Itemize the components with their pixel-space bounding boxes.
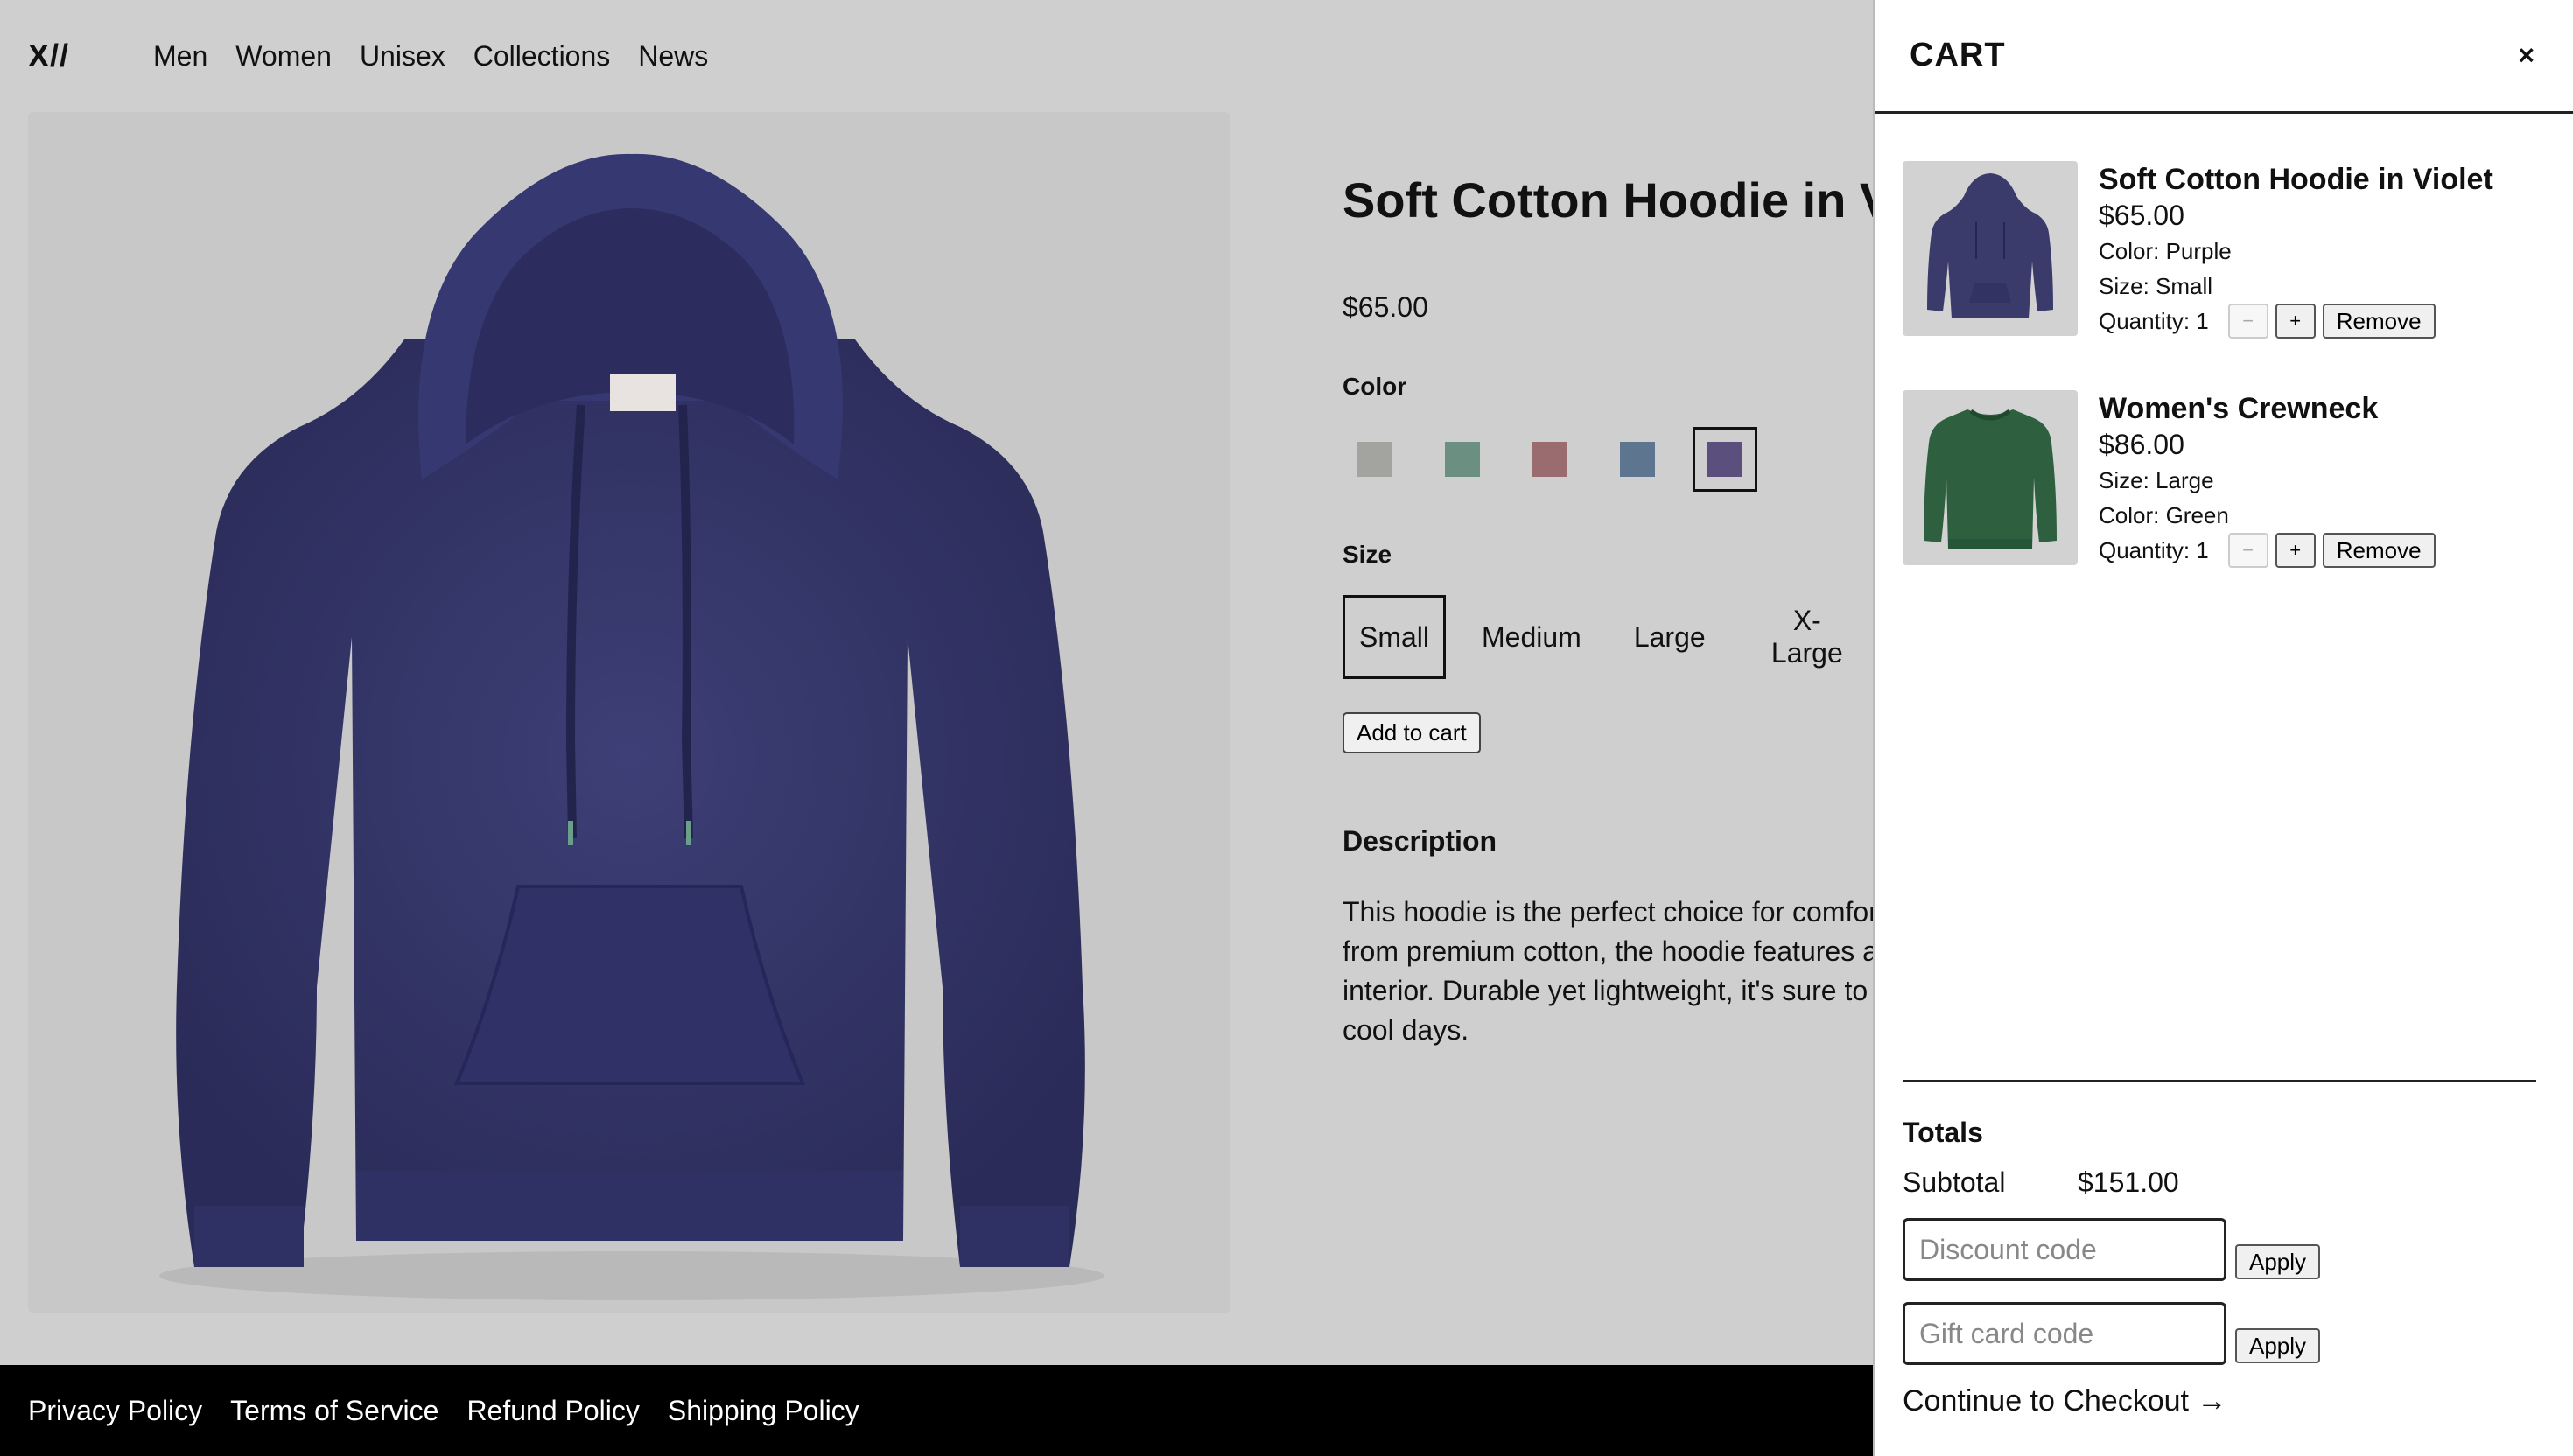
footer-privacy-policy[interactable]: Privacy Policy bbox=[28, 1395, 202, 1427]
size-option-small[interactable]: Small bbox=[1343, 595, 1447, 679]
gift-card-row: Apply bbox=[1903, 1302, 2536, 1365]
description-title: Description bbox=[1343, 825, 1497, 857]
cart-item-size: Size: Small bbox=[2099, 273, 2213, 299]
product-price: $65.00 bbox=[1343, 291, 1428, 323]
main-nav: Men Women Unisex Collections News bbox=[153, 40, 708, 73]
product-image bbox=[28, 112, 1230, 1312]
site-logo[interactable]: X// bbox=[28, 38, 69, 74]
remove-item-button[interactable]: Remove bbox=[2322, 304, 2436, 339]
cart-item-price: $86.00 bbox=[2099, 429, 2184, 460]
cart-divider bbox=[1903, 1080, 2536, 1082]
color-swatch-fill bbox=[1357, 442, 1392, 477]
color-swatches bbox=[1343, 427, 1873, 492]
size-option-medium[interactable]: Medium bbox=[1465, 595, 1598, 679]
subtotal-value: $151.00 bbox=[2078, 1166, 2179, 1198]
page: X// Men Women Unisex Collections News So… bbox=[0, 0, 2573, 1456]
hoodie-illustration bbox=[159, 153, 1104, 1300]
cart-item-info: Women's Crewneck $86.00 Size: Large Colo… bbox=[2099, 390, 2436, 569]
color-swatch-gray[interactable] bbox=[1343, 427, 1407, 492]
color-swatch-fill bbox=[1445, 442, 1480, 477]
footer-terms-of-service[interactable]: Terms of Service bbox=[230, 1395, 438, 1427]
color-swatch-fill bbox=[1707, 442, 1742, 477]
decrease-quantity-button[interactable]: − bbox=[2227, 533, 2268, 568]
site-header: X// Men Women Unisex Collections News bbox=[0, 0, 1873, 112]
sweater-thumbnail-icon bbox=[1924, 409, 2057, 550]
footer-refund-policy[interactable]: Refund Policy bbox=[466, 1395, 639, 1427]
size-options: Small Medium Large X-Large bbox=[1343, 595, 1873, 679]
increase-quantity-button[interactable]: + bbox=[2275, 533, 2316, 568]
cart-item-info: Soft Cotton Hoodie in Violet $65.00 Colo… bbox=[2099, 161, 2493, 340]
color-swatch-rose[interactable] bbox=[1518, 427, 1582, 492]
continue-to-checkout-link[interactable]: Continue to Checkout → bbox=[1903, 1384, 2536, 1418]
cart-header: CART × bbox=[1875, 0, 2573, 114]
nav-unisex[interactable]: Unisex bbox=[360, 40, 445, 73]
totals-title: Totals bbox=[1903, 1116, 1983, 1148]
apply-discount-button[interactable]: Apply bbox=[2235, 1244, 2321, 1279]
cart-item-price: $65.00 bbox=[2099, 200, 2184, 231]
cart-item-color: Color: Green bbox=[2099, 502, 2229, 528]
description-text: This hoodie is the perfect choice for co… bbox=[1343, 896, 1873, 1046]
cart-item-quantity: Quantity: 1 bbox=[2099, 308, 2209, 334]
color-swatch-slate-blue[interactable] bbox=[1605, 427, 1670, 492]
subtotal-label: Subtotal bbox=[1903, 1166, 2006, 1198]
color-swatch-fill bbox=[1620, 442, 1655, 477]
color-swatch-violet[interactable] bbox=[1693, 427, 1757, 492]
apply-gift-card-button[interactable]: Apply bbox=[2235, 1328, 2321, 1363]
cart-item: Women's Crewneck $86.00 Size: Large Colo… bbox=[1903, 390, 2550, 583]
cart-item-thumbnail bbox=[1903, 390, 2078, 565]
cart-item-quantity-row: Quantity: 1 − + Remove bbox=[2099, 303, 2493, 340]
cart-item-size: Size: Large bbox=[2099, 467, 2214, 494]
cart-drawer: CART × Soft Cotton Hoodie in Violet $65.… bbox=[1873, 0, 2573, 1456]
size-label: Size bbox=[1343, 541, 1392, 568]
increase-quantity-button[interactable]: + bbox=[2275, 304, 2316, 339]
discount-row: Apply bbox=[1903, 1218, 2536, 1281]
color-swatch-fill bbox=[1532, 442, 1567, 477]
product-info: Soft Cotton Hoodie in Violet $65.00 Colo… bbox=[1343, 112, 1873, 1337]
size-option-x-large[interactable]: X-Large bbox=[1742, 595, 1873, 679]
cart-item-color: Color: Purple bbox=[2099, 238, 2232, 264]
cart-item-name: Women's Crewneck bbox=[2099, 392, 2379, 425]
gift-card-code-input[interactable] bbox=[1903, 1302, 2226, 1365]
add-to-cart-button[interactable]: Add to cart bbox=[1343, 712, 1481, 753]
cart-title: CART bbox=[1910, 37, 2006, 74]
cart-item-name: Soft Cotton Hoodie in Violet bbox=[2099, 163, 2493, 196]
size-option-large[interactable]: Large bbox=[1617, 595, 1722, 679]
nav-news[interactable]: News bbox=[638, 40, 708, 73]
close-icon[interactable]: × bbox=[2518, 39, 2534, 72]
cart-item: Soft Cotton Hoodie in Violet $65.00 Colo… bbox=[1903, 161, 2550, 354]
nav-men[interactable]: Men bbox=[153, 40, 207, 73]
color-label: Color bbox=[1343, 373, 1407, 400]
color-swatch-sage[interactable] bbox=[1430, 427, 1495, 492]
subtotal-row: Subtotal $151.00 bbox=[1903, 1166, 2536, 1199]
cart-item-quantity: Quantity: 1 bbox=[2099, 537, 2209, 564]
cart-item-thumbnail bbox=[1903, 161, 2078, 336]
hoodie-thumbnail-icon bbox=[1927, 173, 2053, 318]
product-title: Soft Cotton Hoodie in Violet bbox=[1343, 172, 1873, 228]
nav-collections[interactable]: Collections bbox=[473, 40, 611, 73]
cart-item-quantity-row: Quantity: 1 − + Remove bbox=[2099, 532, 2436, 569]
cart-totals: Totals Subtotal $151.00 Apply Apply Cont… bbox=[1903, 1116, 2536, 1418]
nav-women[interactable]: Women bbox=[235, 40, 332, 73]
discount-code-input[interactable] bbox=[1903, 1218, 2226, 1281]
remove-item-button[interactable]: Remove bbox=[2322, 533, 2436, 568]
decrease-quantity-button[interactable]: − bbox=[2227, 304, 2268, 339]
footer-shipping-policy[interactable]: Shipping Policy bbox=[668, 1395, 859, 1427]
